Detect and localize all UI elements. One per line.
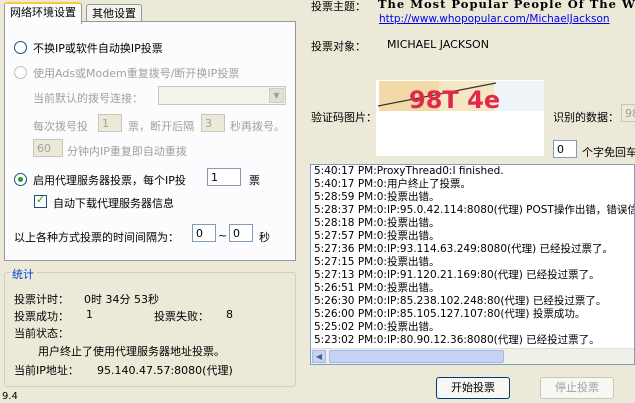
- timer-value: 0时 34分 53秒: [84, 293, 159, 306]
- log-horizontal-scrollbar[interactable]: ◀: [311, 348, 634, 364]
- scroll-left-icon[interactable]: ◀: [312, 350, 326, 363]
- log-line: 5:40:17 PM:0:用户终止了投票。: [314, 178, 471, 190]
- label-captcha: 验证码图片：: [311, 111, 377, 124]
- checkbox-auto-download-proxy[interactable]: ✓: [34, 193, 47, 208]
- radio-no-ip-change[interactable]: [14, 41, 27, 54]
- radio-use-proxy[interactable]: [14, 173, 27, 186]
- label-default-dial: 当前默认的拨号连接：: [33, 92, 143, 105]
- captcha-text: 98T 4e: [409, 86, 500, 114]
- stats-title: 统计: [10, 266, 36, 282]
- vote-topic-link[interactable]: http://www.whopopular.com/MichaelJackson: [379, 13, 610, 25]
- version-label: 9.4: [2, 391, 18, 402]
- log-line: 5:27:57 PM:0:投票出错。: [314, 230, 440, 242]
- label-status: 当前状态：: [14, 327, 69, 340]
- retry-input[interactable]: 0: [553, 140, 577, 158]
- log-line: 5:28:59 PM:0:投票出错。: [314, 191, 440, 203]
- radio-adsl-redial[interactable]: [14, 66, 27, 79]
- log-listbox[interactable]: 5:40:17 PM:ProxyThread0:I finished. 5:40…: [310, 164, 635, 365]
- vote-topic-value: The Most Popular People Of The W: [378, 0, 635, 11]
- log-line: 5:23:02 PM:0:IP:80.90.12.36:8080(代理) 已经投…: [314, 334, 600, 346]
- stop-vote-button[interactable]: 停止投票: [540, 377, 614, 399]
- status-value: 用户终止了使用代理服务器地址投票。: [38, 345, 225, 358]
- current-ip-value: 95.140.47.57:8080(代理): [97, 364, 233, 377]
- success-value: 1: [86, 308, 93, 321]
- dial-wait-seconds-input[interactable]: 3: [201, 114, 225, 132]
- label-no-ip-change: 不换IP或软件自动换IP投票: [33, 42, 163, 55]
- label-auto-download-proxy: 自动下载代理服务器信息: [53, 197, 174, 210]
- label-vote-target: 投票对象：: [311, 40, 366, 53]
- interval-from-input[interactable]: 0: [192, 224, 216, 242]
- log-line: 5:26:00 PM:0:IP:85.105.127.107:80(代理) 投票…: [314, 308, 586, 320]
- label-proxy-votes-unit: 票: [249, 174, 260, 187]
- dial-connection-select[interactable]: ▼: [158, 86, 286, 105]
- log-line: 5:27:13 PM:0:IP:91.120.21.169:80(代理) 已经投…: [314, 269, 600, 281]
- checkmark-icon: ✓: [36, 193, 46, 206]
- label-fail: 投票失败：: [154, 310, 209, 323]
- log-line: 5:26:51 PM:0:投票出错。: [314, 282, 440, 294]
- log-line: 5:27:36 PM:0:IP:93.114.63.249:8080(代理) 已…: [314, 243, 614, 255]
- label-retry: 个字免回车: [582, 146, 635, 159]
- proxy-votes-input[interactable]: 1: [207, 168, 241, 186]
- log-line: 5:25:02 PM:0:投票出错。: [314, 321, 440, 333]
- captcha-image: 98T 4e: [376, 80, 544, 156]
- log-line: 5:40:17 PM:ProxyThread0:I finished.: [314, 165, 504, 177]
- label-dial-each-unit: 票，断开后隔: [128, 120, 194, 133]
- redial-minutes-input[interactable]: 60: [33, 139, 63, 157]
- interval-to-input[interactable]: 0: [229, 224, 253, 242]
- label-redial: 分钟内IP重复即自动重拨: [67, 145, 187, 158]
- label-use-proxy: 启用代理服务器投票，每个IP投: [33, 174, 186, 187]
- log-line: 5:28:18 PM:0:投票出错。: [314, 217, 440, 229]
- label-success: 投票成功：: [14, 310, 69, 323]
- label-current-ip: 当前IP地址：: [14, 364, 79, 377]
- label-interval: 以上各种方式投票的时间间隔为：: [14, 231, 179, 244]
- log-line: 5:28:37 PM:0:IP:95.0.42.114:8080(代理) POS…: [314, 204, 635, 216]
- label-timer: 投票计时：: [14, 293, 69, 306]
- label-vote-topic: 投票主题：: [311, 0, 366, 13]
- radio-selected-dot: [18, 177, 23, 182]
- vote-target-value: MICHAEL JACKSON: [387, 38, 489, 51]
- label-interval-unit: 秒: [259, 231, 270, 244]
- label-adsl-redial: 使用Ads或Modem重复拨号/断开换IP投票: [33, 67, 240, 80]
- log-line: 5:27:15 PM:0:投票出错。: [314, 256, 440, 268]
- log-line: 5:26:30 PM:0:IP:85.238.102.248:80(代理) 已经…: [314, 295, 607, 307]
- label-dial-wait-unit: 秒再拨号。: [230, 120, 285, 133]
- chevron-down-icon: ▼: [269, 88, 284, 103]
- label-dial-each: 每次拨号投: [33, 120, 88, 133]
- label-interval-sep: ~: [218, 229, 228, 242]
- scrollbar-thumb[interactable]: [329, 350, 504, 363]
- tab-other-settings[interactable]: 其他设置: [86, 4, 142, 22]
- captcha-graphic: 98T 4e: [376, 80, 544, 156]
- fail-value: 8: [226, 308, 233, 321]
- label-recognized: 识别的数据：: [553, 111, 619, 124]
- dial-each-votes-input[interactable]: 1: [98, 114, 122, 132]
- recognized-input[interactable]: 98: [621, 104, 635, 122]
- start-vote-button[interactable]: 开始投票: [436, 377, 510, 399]
- tab-network-settings[interactable]: 网络环境设置: [4, 2, 82, 24]
